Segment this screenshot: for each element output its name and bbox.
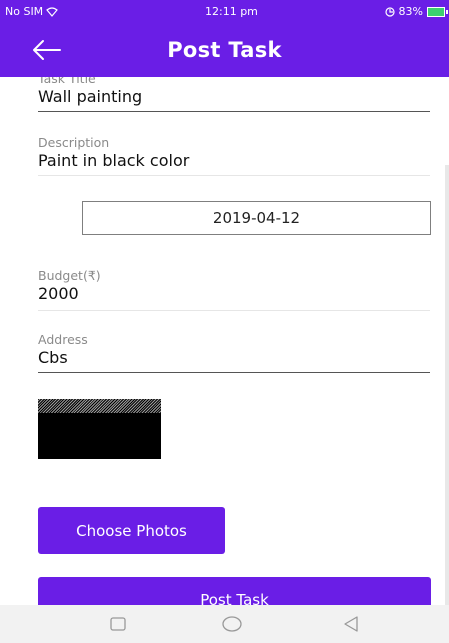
budget-label: Budget(₹) [38, 268, 101, 283]
address-field[interactable]: Address Cbs [38, 332, 430, 373]
choose-photos-button[interactable]: Choose Photos [38, 507, 225, 554]
task-title-label: Task Title [38, 77, 96, 86]
battery-icon [427, 6, 448, 17]
budget-underline [38, 310, 430, 311]
task-title-field[interactable]: Task Title Wall painting [38, 77, 430, 112]
form-scroll-area[interactable]: Task Title Wall painting Description Pai… [0, 77, 449, 605]
sync-icon [384, 6, 395, 17]
recent-apps-icon[interactable] [108, 614, 128, 634]
carrier-text: No SIM [5, 5, 44, 18]
status-bar: No SIM 12:11 pm 83% [0, 0, 449, 24]
selected-photo-thumbnail [38, 399, 161, 459]
address-underline [38, 372, 430, 373]
address-input[interactable]: Cbs [38, 348, 430, 368]
clock-text: 12:11 pm [205, 5, 258, 18]
description-label: Description [38, 135, 110, 150]
system-nav-bar [0, 605, 449, 643]
battery-percent: 83% [398, 5, 423, 18]
budget-input[interactable]: 2000 [38, 284, 430, 304]
wifi-icon [46, 6, 59, 17]
page-title: Post Task [167, 38, 282, 62]
status-right: 83% [384, 5, 448, 18]
status-left: No SIM [5, 5, 59, 18]
address-label: Address [38, 332, 88, 347]
date-picker[interactable]: 2019-04-12 [82, 201, 431, 235]
task-title-input[interactable]: Wall painting [38, 87, 430, 107]
back-nav-icon[interactable] [341, 614, 361, 634]
budget-field[interactable]: Budget(₹) 2000 [38, 268, 430, 311]
description-input[interactable]: Paint in black color [38, 151, 430, 171]
post-task-button[interactable]: Post Task [38, 577, 431, 605]
toolbar: Post Task [0, 24, 449, 77]
home-icon[interactable] [222, 614, 242, 634]
app-header: No SIM 12:11 pm 83% Post Task [0, 0, 449, 77]
scrollbar[interactable] [445, 165, 449, 605]
description-field[interactable]: Description Paint in black color [38, 135, 430, 176]
task-title-underline [38, 111, 430, 112]
photo-top-strip [38, 399, 161, 413]
description-underline [38, 175, 430, 176]
